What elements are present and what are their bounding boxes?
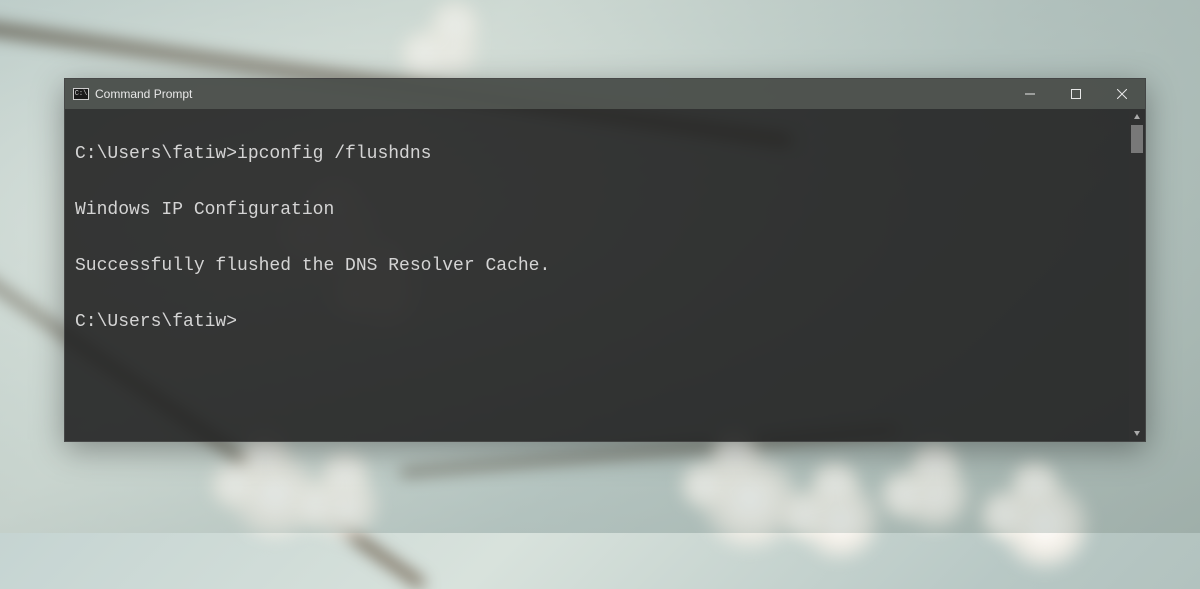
maximize-button[interactable]	[1053, 79, 1099, 109]
prompt-path: C:\Users\fatiw>	[75, 312, 237, 332]
close-button[interactable]	[1099, 79, 1145, 109]
scroll-up-arrow[interactable]	[1129, 109, 1145, 125]
output-header: Windows IP Configuration	[75, 197, 1135, 225]
window-title: Command Prompt	[95, 87, 192, 101]
scroll-track[interactable]	[1129, 125, 1145, 425]
scroll-down-arrow[interactable]	[1129, 425, 1145, 441]
output-message: Successfully flushed the DNS Resolver Ca…	[75, 253, 1135, 281]
titlebar[interactable]: C:\ Command Prompt	[65, 79, 1145, 109]
window-controls	[1007, 79, 1145, 109]
cmd-icon: C:\	[73, 88, 89, 100]
command-prompt-window: C:\ Command Prompt C:\Users\fatiw>ipconf…	[64, 78, 1146, 442]
scroll-thumb[interactable]	[1131, 125, 1143, 153]
minimize-button[interactable]	[1007, 79, 1053, 109]
vertical-scrollbar[interactable]	[1129, 109, 1145, 441]
command-text: ipconfig /flushdns	[237, 144, 431, 164]
prompt-path: C:\Users\fatiw>	[75, 144, 237, 164]
terminal-output-area[interactable]: C:\Users\fatiw>ipconfig /flushdns Window…	[65, 109, 1145, 441]
